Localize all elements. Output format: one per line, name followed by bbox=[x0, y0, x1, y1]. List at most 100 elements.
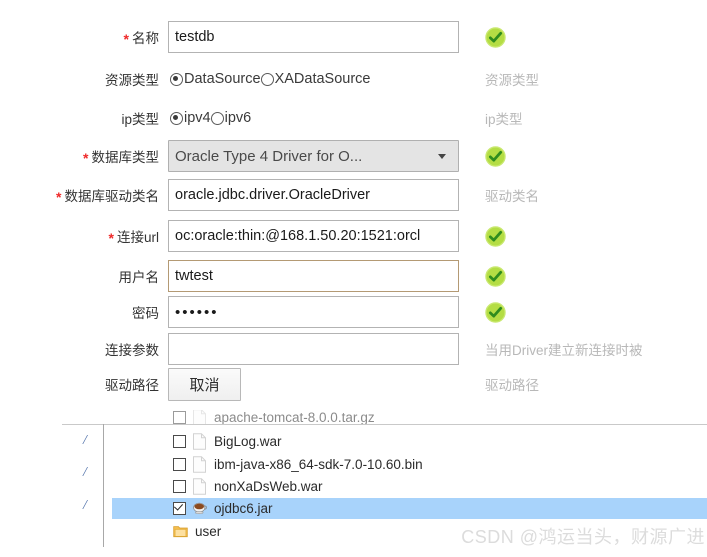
file-name: BigLog.war bbox=[214, 434, 282, 449]
connection-params-input[interactable] bbox=[168, 333, 459, 365]
field-wrap-driver-class bbox=[168, 179, 459, 211]
field-wrap-username bbox=[168, 260, 459, 292]
form-row-password: 密码 bbox=[0, 295, 707, 329]
label-password: 密码 bbox=[0, 302, 168, 322]
form-row-username: 用户名 bbox=[0, 259, 707, 293]
label-text: ip类型 bbox=[121, 112, 159, 127]
file-name: nonXaDsWeb.war bbox=[214, 479, 323, 494]
radio-ipv4-icon[interactable] bbox=[170, 111, 183, 125]
radio-datasource-label: DataSource bbox=[184, 71, 261, 87]
radio-ipv6[interactable]: ipv6 bbox=[210, 110, 252, 126]
valid-check-icon bbox=[485, 265, 506, 287]
db-type-select-wrap: Oracle Type 4 Driver for O... bbox=[168, 140, 459, 172]
radio-ipv6-icon[interactable] bbox=[210, 111, 224, 125]
field-wrap-ip-type: ipv4 ipv6 bbox=[168, 106, 459, 130]
hint-driver-path: 驱动路径 bbox=[485, 378, 539, 393]
label-db-type: * 数据库类型 bbox=[0, 146, 168, 166]
file-icon bbox=[193, 456, 206, 473]
form-row-db-type: * 数据库类型 Oracle Type 4 Driver for O... bbox=[0, 139, 707, 173]
label-text: 用户名 bbox=[118, 270, 160, 285]
checkbox-icon[interactable] bbox=[173, 480, 186, 493]
label-text: 名称 bbox=[132, 31, 159, 46]
list-item[interactable]: nonXaDsWeb.war bbox=[112, 477, 707, 496]
label-text: 连接url bbox=[116, 230, 159, 245]
field-wrap-db-type: Oracle Type 4 Driver for O... bbox=[168, 140, 459, 172]
label-text: 资源类型 bbox=[105, 73, 159, 88]
file-name: ojdbc6.jar bbox=[214, 501, 273, 516]
form-row-name: * 名称 bbox=[0, 20, 707, 54]
ip-type-radio-group: ipv4 ipv6 bbox=[168, 106, 251, 130]
file-name: ibm-java-x86_64-sdk-7.0-10.60.bin bbox=[214, 457, 423, 472]
field-wrap-connection-params bbox=[168, 333, 459, 365]
radio-datasource[interactable]: DataSource bbox=[170, 71, 261, 87]
label-connection-params: 连接参数 bbox=[0, 339, 168, 359]
required-marker: * bbox=[83, 150, 89, 166]
radio-xadatasource[interactable]: XADataSource bbox=[260, 71, 371, 87]
label-text: 密码 bbox=[132, 306, 159, 321]
required-marker: * bbox=[123, 31, 129, 47]
list-item[interactable]: apache-tomcat-8.0.0.tar.gz bbox=[112, 410, 707, 424]
checkbox-icon[interactable] bbox=[173, 458, 186, 471]
list-item[interactable]: BigLog.war bbox=[112, 432, 707, 451]
file-icon bbox=[193, 410, 206, 424]
field-wrap-driver-path: 取消 bbox=[168, 367, 459, 401]
jar-coffee-icon bbox=[193, 502, 207, 515]
driver-class-input[interactable] bbox=[168, 179, 459, 211]
connection-url-input[interactable] bbox=[168, 220, 459, 252]
form-row-resource-type: 资源类型 DataSource XADataSource 资源类型 bbox=[0, 66, 707, 92]
checkbox-icon[interactable] bbox=[173, 435, 186, 448]
radio-xadatasource-label: XADataSource bbox=[274, 71, 371, 87]
label-connection-url: * 连接url bbox=[0, 226, 168, 246]
password-input[interactable] bbox=[168, 296, 459, 328]
required-marker: * bbox=[108, 230, 114, 246]
username-input[interactable] bbox=[168, 260, 459, 292]
hint-resource-type: 资源类型 bbox=[485, 73, 539, 88]
valid-check-icon bbox=[485, 145, 506, 167]
name-input[interactable] bbox=[168, 21, 459, 53]
valid-check-icon bbox=[485, 225, 506, 247]
path-item-root-2[interactable]: / bbox=[72, 465, 98, 481]
required-marker: * bbox=[56, 189, 62, 205]
cancel-button[interactable]: 取消 bbox=[168, 367, 241, 401]
form-row-connection-url: * 连接url bbox=[0, 219, 707, 253]
valid-check-icon bbox=[485, 301, 506, 323]
list-item[interactable]: ibm-java-x86_64-sdk-7.0-10.60.bin bbox=[112, 455, 707, 474]
label-text: 数据库类型 bbox=[91, 150, 160, 165]
form-row-connection-params: 连接参数 当用Driver建立新连接时被 bbox=[0, 332, 707, 366]
label-driver-class: * 数据库驱动类名 bbox=[0, 185, 168, 205]
radio-ipv4[interactable]: ipv4 bbox=[170, 110, 211, 126]
watermark: CSDN @鸿运当头，财源广进 bbox=[461, 527, 705, 547]
checkbox-icon[interactable] bbox=[173, 410, 186, 424]
radio-xadatasource-icon[interactable] bbox=[260, 72, 274, 86]
list-item[interactable]: ojdbc6.jar bbox=[112, 498, 707, 519]
checkbox-icon[interactable] bbox=[173, 502, 186, 515]
file-name: apache-tomcat-8.0.0.tar.gz bbox=[214, 410, 375, 424]
form-row-driver-path: 驱动路径 取消 驱动路径 bbox=[0, 367, 707, 401]
radio-ipv6-label: ipv6 bbox=[224, 110, 252, 126]
label-ip-type: ip类型 bbox=[0, 108, 168, 128]
hint-ip-type: ip类型 bbox=[485, 112, 523, 127]
label-text: 连接参数 bbox=[105, 343, 159, 358]
file-icon bbox=[193, 433, 206, 450]
label-name: * 名称 bbox=[0, 27, 168, 47]
field-wrap-connection-url bbox=[168, 220, 459, 252]
radio-datasource-icon[interactable] bbox=[170, 72, 183, 86]
file-icon bbox=[193, 478, 206, 495]
db-type-select[interactable]: Oracle Type 4 Driver for O... bbox=[168, 140, 459, 172]
driver-path-file-browser: / / / apache-tomcat-8.0.0.tar.gz BigLog.… bbox=[0, 410, 707, 557]
form-row-ip-type: ip类型 ipv4 ipv6 ip类型 bbox=[0, 105, 707, 131]
path-item-root-3[interactable]: / bbox=[72, 498, 98, 514]
form-row-driver-class: *数据库驱动类名 驱动类名 bbox=[0, 178, 707, 212]
hint-driver-class: 驱动类名 bbox=[485, 189, 539, 204]
label-resource-type: 资源类型 bbox=[0, 69, 168, 89]
field-wrap-name bbox=[168, 21, 459, 53]
label-username: 用户名 bbox=[0, 266, 168, 286]
hint-connection-params: 当用Driver建立新连接时被 bbox=[485, 343, 643, 358]
radio-ipv4-label: ipv4 bbox=[184, 110, 211, 126]
datasource-form: *名称 资源类型 DataSource XADataSource bbox=[0, 0, 707, 410]
resource-type-radio-group: DataSource XADataSource bbox=[168, 67, 371, 91]
folder-icon bbox=[173, 526, 188, 538]
path-item-root-1[interactable]: / bbox=[72, 433, 98, 449]
label-driver-path: 驱动路径 bbox=[0, 374, 168, 394]
valid-check-icon bbox=[485, 26, 506, 48]
